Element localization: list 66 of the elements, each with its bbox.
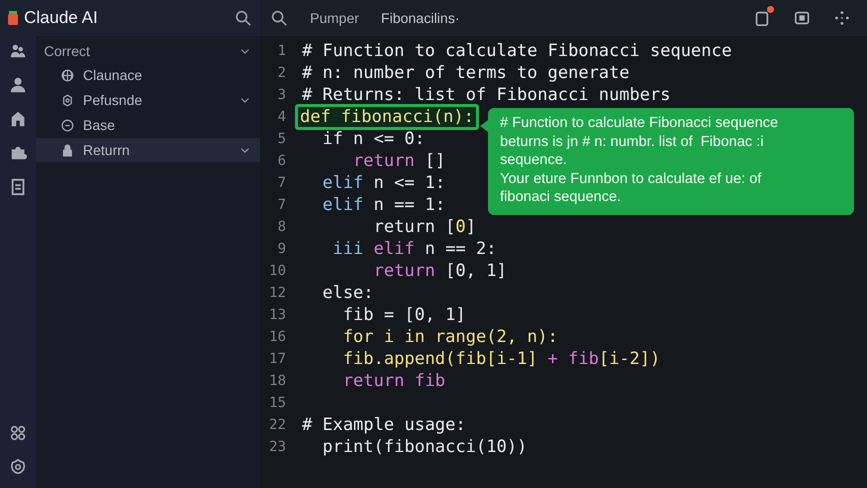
sidebar-item[interactable]: Returrn — [36, 138, 260, 162]
line-number: 7 — [276, 175, 286, 191]
editor-tab[interactable]: Fibonacilins· — [381, 10, 460, 26]
app-logo-icon — [8, 11, 18, 25]
app-title: Claude AI — [24, 8, 99, 28]
line-number: 2 — [276, 65, 286, 81]
line-number: 13 — [268, 307, 286, 323]
code-line: fib = [0, 1] — [342, 305, 467, 325]
tooltip-text: fibonaci sequence. — [500, 188, 622, 206]
line-number: 10 — [268, 263, 286, 279]
globe-icon — [60, 68, 75, 82]
search-icon[interactable] — [234, 9, 252, 27]
grid-icon[interactable] — [9, 424, 27, 442]
home-icon[interactable] — [9, 110, 27, 128]
code-line: fib.append(fib[i-1] + fib[i-2]) — [342, 349, 662, 369]
line-number: 7 — [276, 197, 286, 213]
line-number: 15 — [268, 395, 286, 411]
people-icon[interactable] — [9, 42, 27, 60]
code-line: print(fibonacci(10)) — [321, 437, 528, 457]
lock-icon — [60, 142, 75, 158]
line-number: 17 — [268, 351, 286, 367]
code-line: # n: number of terms to generate — [301, 63, 631, 83]
code-line: if n <= 0: — [321, 129, 426, 149]
tooltip-text: Your eture Funnbon to calculate ef ue: of — [500, 170, 762, 188]
code-line: else: — [321, 283, 375, 303]
person-icon[interactable] — [9, 76, 27, 94]
tooltip-text: # Function to calculate Fibonacci sequence — [500, 114, 780, 132]
code-line: return [] — [352, 151, 446, 171]
code-line: return fib — [342, 371, 446, 391]
dots-icon[interactable] — [833, 9, 851, 27]
sidebar-item[interactable]: Pefusnde — [36, 88, 260, 112]
gear-icon — [60, 92, 75, 108]
tooltip-text: sequence. — [500, 151, 568, 170]
code-line: elif n <= 1: — [321, 173, 446, 193]
sidebar-item[interactable]: Claunace — [36, 63, 260, 87]
line-number: 9 — [276, 241, 286, 257]
code-line: # Example usage: — [301, 415, 467, 435]
line-number: 12 — [268, 285, 286, 301]
line-number: 16 — [268, 329, 286, 345]
code-line: for i in range(2, n): — [342, 327, 559, 347]
screen-icon[interactable] — [793, 9, 811, 27]
line-number: 5 — [276, 131, 286, 147]
minus-circle-icon — [60, 118, 75, 132]
puzzle-icon[interactable] — [9, 144, 27, 162]
settings-icon[interactable] — [9, 458, 27, 476]
line-number: 6 — [276, 153, 286, 169]
line-number: 1 — [276, 43, 286, 59]
editor-tab[interactable]: Pumper — [310, 10, 360, 26]
code-line: # Returns: list of Fibonacci numbers — [301, 85, 672, 105]
line-number: 8 — [276, 219, 286, 235]
code-line: # Function to calculate Fibonacci sequence — [301, 41, 733, 61]
code-line: return [0] — [372, 217, 478, 237]
document-icon[interactable] — [9, 178, 27, 196]
sidebar-item[interactable]: Base — [36, 113, 260, 137]
tablet-icon[interactable] — [753, 9, 771, 27]
line-number: 23 — [268, 439, 286, 455]
section-header[interactable]: Correct — [36, 40, 260, 62]
line-number: 22 — [268, 417, 286, 433]
line-number: 18 — [268, 373, 286, 389]
line-number: 3 — [276, 87, 286, 103]
code-line: iii elif n == 2: — [332, 239, 498, 259]
tooltip-text: beturns is jn # n: numbr. list of Fibonac :i — [500, 132, 765, 151]
code-line: return [0, 1] — [372, 261, 508, 281]
search-icon[interactable] — [270, 9, 288, 27]
line-number: 4 — [276, 109, 286, 125]
code-line: elif n == 1: — [321, 195, 446, 215]
